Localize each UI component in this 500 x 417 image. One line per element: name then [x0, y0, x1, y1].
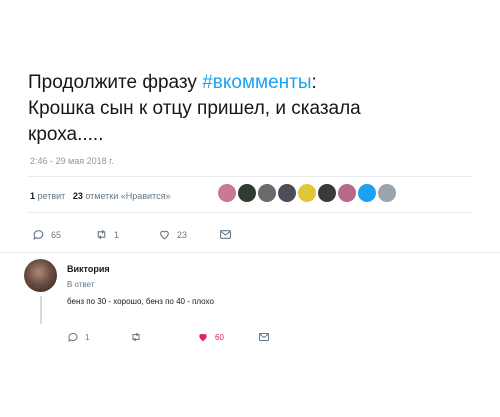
retweets-label[interactable]: ретвит	[38, 191, 66, 201]
tweet-text-line-3: кроха.....	[28, 124, 104, 145]
retweets-count[interactable]: 1	[30, 191, 35, 201]
avatar[interactable]	[24, 259, 57, 292]
liker-avatars	[218, 184, 396, 202]
reply-action[interactable]: 65	[32, 228, 61, 241]
liker-avatar[interactable]	[378, 184, 396, 202]
liker-avatar[interactable]	[298, 184, 316, 202]
reply-context: В ответ	[67, 280, 95, 289]
tweet-stats: 1 ретвит 23 отметки «Нравится»	[30, 191, 170, 201]
retweet-icon	[97, 229, 106, 240]
liker-avatar[interactable]	[358, 184, 376, 202]
divider-reply	[0, 252, 500, 253]
liker-avatar[interactable]	[238, 184, 256, 202]
tweet-prefix: Продолжите фразу	[28, 72, 203, 93]
liker-avatar[interactable]	[318, 184, 336, 202]
heart-filled-icon	[199, 333, 207, 342]
liker-avatar[interactable]	[278, 184, 296, 202]
envelope-icon	[259, 333, 269, 341]
envelope-icon	[220, 230, 231, 239]
tweet-colon: :	[311, 72, 317, 93]
like-action[interactable]: 23	[158, 228, 187, 241]
divider-top	[28, 176, 472, 177]
heart-icon	[160, 230, 169, 240]
tweet-text-line-1: Продолжите фразу #вкомменты:	[28, 70, 478, 96]
reply-count: 65	[51, 229, 62, 240]
divider-bottom	[28, 212, 472, 213]
reply-message-action[interactable]	[258, 331, 270, 343]
message-action[interactable]	[219, 228, 232, 241]
reply-icon	[33, 230, 44, 240]
hashtag-link[interactable]: #вкомменты	[202, 72, 311, 93]
likes-label[interactable]: отметки «Нравится»	[85, 191, 170, 201]
liker-avatar[interactable]	[258, 184, 276, 202]
tweet-timestamp[interactable]: 2:46 - 29 мая 2018 г.	[30, 156, 114, 166]
reply-author-name[interactable]: Виктория	[67, 264, 110, 274]
reply-text: бенз по 30 - хорошо, бенз по 40 - плохо	[67, 297, 214, 306]
tweet-text: Продолжите фразу #вкомменты: Крошка сын …	[28, 70, 478, 148]
reply-reply-count: 1	[85, 332, 90, 342]
reply-like-count: 60	[215, 332, 224, 342]
retweet-count: 1	[114, 229, 120, 240]
reply-reply-action[interactable]: 1	[67, 331, 89, 343]
reply-like-action[interactable]: 60	[197, 331, 224, 343]
reply-icon	[68, 332, 78, 342]
tweet-text-line-2: Крошка сын к отцу пришел, и сказала	[28, 98, 361, 119]
thread-line	[40, 296, 42, 324]
liker-avatar[interactable]	[218, 184, 236, 202]
likes-count[interactable]: 23	[73, 191, 83, 201]
like-count: 23	[177, 229, 188, 240]
reply-retweet-action[interactable]	[130, 331, 142, 343]
liker-avatar[interactable]	[338, 184, 356, 202]
retweet-icon	[132, 332, 140, 342]
retweet-action[interactable]: 1	[95, 228, 119, 241]
